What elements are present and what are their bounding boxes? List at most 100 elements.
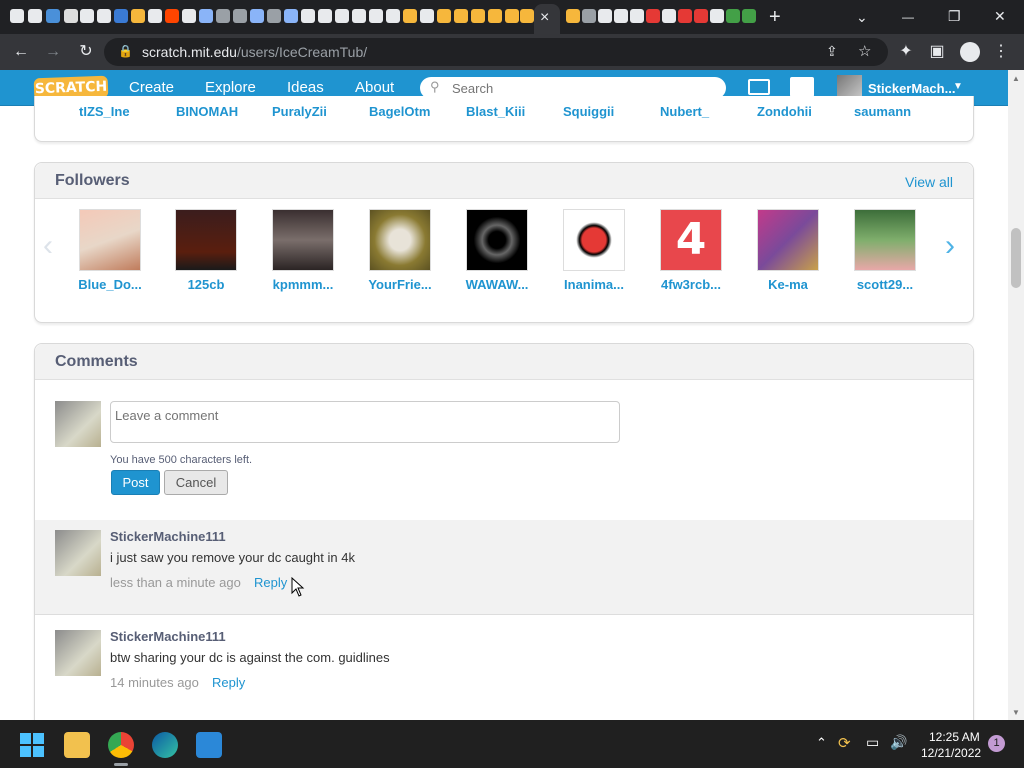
tab-favicon[interactable] bbox=[301, 9, 315, 23]
following-user[interactable]: Squiggii bbox=[563, 104, 614, 119]
chevron-right-icon[interactable]: › bbox=[945, 229, 955, 263]
post-button[interactable]: Post bbox=[111, 470, 160, 495]
tab-favicon[interactable] bbox=[582, 9, 596, 23]
reply-link[interactable]: Reply bbox=[254, 575, 287, 590]
follower-avatar[interactable] bbox=[563, 209, 625, 271]
avatar[interactable] bbox=[55, 630, 101, 676]
file-explorer-icon[interactable] bbox=[64, 732, 90, 758]
page-scrollbar[interactable] bbox=[1008, 70, 1024, 720]
nav-ideas[interactable]: Ideas bbox=[287, 79, 324, 96]
scrollbar-thumb[interactable] bbox=[1011, 228, 1021, 288]
tab-favicon[interactable] bbox=[403, 9, 417, 23]
volume-icon[interactable]: 🔊 bbox=[890, 734, 907, 751]
chrome-menu-icon[interactable]: ⋮ bbox=[992, 43, 1010, 61]
follower-avatar[interactable]: 4 bbox=[660, 209, 722, 271]
windows-start-icon[interactable] bbox=[20, 733, 44, 757]
scroll-down-icon[interactable]: ▼ bbox=[1012, 708, 1020, 717]
view-all-link[interactable]: View all bbox=[905, 174, 953, 190]
tab-favicon[interactable] bbox=[471, 9, 485, 23]
tab-favicon[interactable] bbox=[131, 9, 145, 23]
tab-favicon[interactable] bbox=[420, 9, 434, 23]
back-icon[interactable]: ← bbox=[12, 43, 30, 61]
chevron-down-icon[interactable]: ▼ bbox=[953, 81, 963, 92]
following-user[interactable]: Nubert_ bbox=[660, 104, 709, 119]
tab-favicon[interactable] bbox=[454, 9, 468, 23]
reply-link[interactable]: Reply bbox=[212, 675, 245, 690]
tab-favicon[interactable] bbox=[598, 9, 612, 23]
comment-username[interactable]: StickerMachine111 bbox=[110, 529, 226, 544]
follower-item[interactable]: WAWAW... bbox=[457, 209, 537, 292]
nav-create[interactable]: Create bbox=[129, 79, 174, 96]
tab-favicon[interactable] bbox=[250, 9, 264, 23]
follower-item[interactable]: Blue_Do... bbox=[70, 209, 150, 292]
tab-favicon[interactable] bbox=[566, 9, 580, 23]
new-tab-button[interactable]: + bbox=[769, 7, 781, 27]
chrome-icon[interactable] bbox=[108, 732, 134, 758]
tab-favicon[interactable] bbox=[726, 9, 740, 23]
follower-avatar[interactable] bbox=[79, 209, 141, 271]
reload-icon[interactable]: ↻ bbox=[77, 43, 95, 61]
following-user[interactable]: BINOMAH bbox=[176, 104, 238, 119]
tab-favicon[interactable] bbox=[437, 9, 451, 23]
tab-favicon[interactable] bbox=[710, 9, 724, 23]
nav-explore[interactable]: Explore bbox=[205, 79, 256, 96]
bookmark-star-icon[interactable]: ☆ bbox=[858, 42, 871, 60]
follower-item[interactable]: Inanima... bbox=[554, 209, 634, 292]
follower-name[interactable]: Blue_Do... bbox=[70, 277, 150, 292]
avatar[interactable] bbox=[55, 530, 101, 576]
tab-favicon[interactable] bbox=[662, 9, 676, 23]
forward-icon[interactable]: → bbox=[44, 43, 62, 61]
tab-favicon[interactable] bbox=[614, 9, 628, 23]
username[interactable]: StickerMach... bbox=[868, 81, 955, 96]
tab-favicon[interactable] bbox=[165, 9, 179, 23]
notification-badge[interactable]: 1 bbox=[988, 735, 1005, 752]
network-icon[interactable]: ▭ bbox=[866, 734, 879, 751]
tray-chevron-icon[interactable]: ⌃ bbox=[816, 735, 827, 751]
cancel-button[interactable]: Cancel bbox=[164, 470, 228, 495]
follower-avatar[interactable] bbox=[757, 209, 819, 271]
tab-favicon[interactable] bbox=[488, 9, 502, 23]
tab-favicon[interactable] bbox=[335, 9, 349, 23]
tab-favicon[interactable] bbox=[46, 9, 60, 23]
maximize-button[interactable]: ❐ bbox=[948, 9, 961, 23]
tab-favicon[interactable] bbox=[694, 9, 708, 23]
tab-favicon[interactable] bbox=[678, 9, 692, 23]
tab-favicon[interactable] bbox=[80, 9, 94, 23]
follower-item[interactable]: 4 4fw3rcb... bbox=[651, 209, 731, 292]
tab-favicon[interactable] bbox=[28, 9, 42, 23]
nav-about[interactable]: About bbox=[355, 79, 394, 96]
follower-item[interactable]: 125cb bbox=[166, 209, 246, 292]
follower-item[interactable]: YourFrie... bbox=[360, 209, 440, 292]
tab-favicon[interactable] bbox=[630, 9, 644, 23]
tab-favicon[interactable] bbox=[284, 9, 298, 23]
lock-icon[interactable]: 🔒 bbox=[118, 44, 133, 58]
tab-favicon[interactable] bbox=[148, 9, 162, 23]
avatar[interactable] bbox=[55, 401, 101, 447]
follower-avatar[interactable] bbox=[466, 209, 528, 271]
follower-avatar[interactable] bbox=[272, 209, 334, 271]
follower-name[interactable]: kpmmm... bbox=[263, 277, 343, 292]
scroll-up-icon[interactable]: ▲ bbox=[1012, 74, 1020, 83]
following-user[interactable]: Zondohii bbox=[757, 104, 812, 119]
my-stuff-icon[interactable] bbox=[790, 77, 814, 97]
following-user[interactable]: tIZS_Ine bbox=[79, 104, 130, 119]
active-tab[interactable]: × bbox=[534, 4, 560, 34]
following-user[interactable]: BagelOtm bbox=[369, 104, 430, 119]
chevron-left-icon[interactable]: ‹ bbox=[43, 229, 53, 263]
follower-name[interactable]: YourFrie... bbox=[360, 277, 440, 292]
extensions-icon[interactable]: ✦ bbox=[897, 43, 915, 61]
edge-icon[interactable] bbox=[152, 732, 178, 758]
sync-icon[interactable]: ⟳ bbox=[838, 734, 851, 752]
tab-favicon[interactable] bbox=[64, 9, 78, 23]
follower-item[interactable]: Ke-ma bbox=[748, 209, 828, 292]
following-user[interactable]: saumann bbox=[854, 104, 911, 119]
clock-time[interactable]: 12:25 AM bbox=[929, 730, 980, 744]
side-panel-icon[interactable]: ▣ bbox=[928, 43, 946, 61]
tab-favicon[interactable] bbox=[742, 9, 756, 23]
tab-favicon[interactable] bbox=[233, 9, 247, 23]
address-bar[interactable]: 🔒 scratch.mit.edu/users/IceCreamTub/ ⇪ ☆ bbox=[104, 38, 888, 66]
close-window-button[interactable]: ✕ bbox=[994, 9, 1006, 23]
tab-favicon[interactable] bbox=[646, 9, 660, 23]
search-input[interactable] bbox=[452, 80, 712, 96]
tab-favicon[interactable] bbox=[505, 9, 519, 23]
